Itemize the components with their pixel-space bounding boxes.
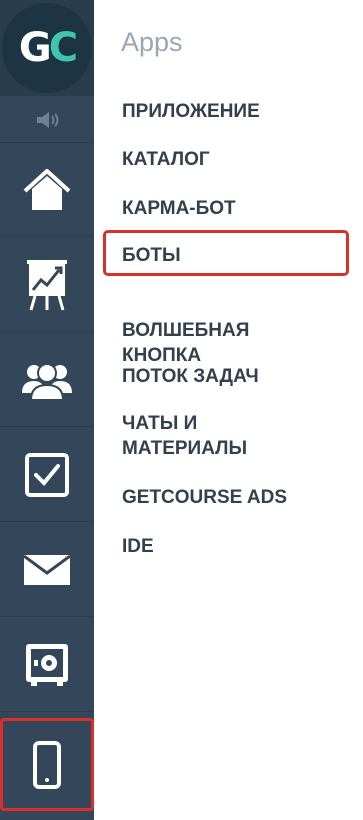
safe-icon	[26, 643, 68, 686]
rail-item-users[interactable]	[0, 333, 94, 427]
menu-item-catalog[interactable]: КАТАЛОГ	[122, 147, 352, 172]
logo-letter-c: C	[48, 25, 78, 71]
rail-item-sales[interactable]	[0, 618, 94, 712]
logo-letter-g: G	[18, 25, 52, 71]
menu-item-getcourse-ads[interactable]: GETCOURSE ADS	[122, 485, 352, 510]
chart-board-icon	[27, 259, 67, 310]
menu-item-ide[interactable]: IDE	[122, 534, 352, 559]
rail-item-messages[interactable]	[0, 523, 94, 617]
menu-item-app[interactable]: ПРИЛОЖЕНИЕ	[122, 99, 352, 124]
mail-icon	[23, 554, 71, 585]
users-icon	[22, 362, 72, 401]
speaker-icon	[37, 111, 59, 128]
menu-item-chats-materials[interactable]: ЧАТЫ И МАТЕРИАЛЫ	[122, 411, 272, 461]
bots-highlight	[103, 230, 349, 276]
menu-item-task-flow[interactable]: ПОТОК ЗАДАЧ	[122, 364, 352, 389]
active-rail-highlight	[0, 718, 94, 811]
menu-item-magic-button[interactable]: ВОЛШЕБНАЯ КНОПКА	[122, 318, 272, 368]
rail-item-home[interactable]	[0, 143, 94, 237]
home-icon	[23, 168, 71, 210]
getcourse-logo[interactable]: GC	[2, 3, 92, 93]
sound-toggle[interactable]	[0, 97, 94, 143]
apps-menu: Apps ПРИЛОЖЕНИЕ КАТАЛОГ КАРМА-БОТ БОТЫ В…	[94, 0, 363, 820]
menu-title: Apps	[121, 27, 183, 57]
sidebar-rail: GC	[0, 0, 94, 820]
rail-item-reports[interactable]	[0, 238, 94, 332]
rail-item-tasks[interactable]	[0, 428, 94, 522]
checkbox-icon	[25, 452, 69, 497]
menu-item-karma-bot[interactable]: КАРМА-БОТ	[122, 196, 352, 221]
logo-area[interactable]: GC	[0, 0, 94, 96]
